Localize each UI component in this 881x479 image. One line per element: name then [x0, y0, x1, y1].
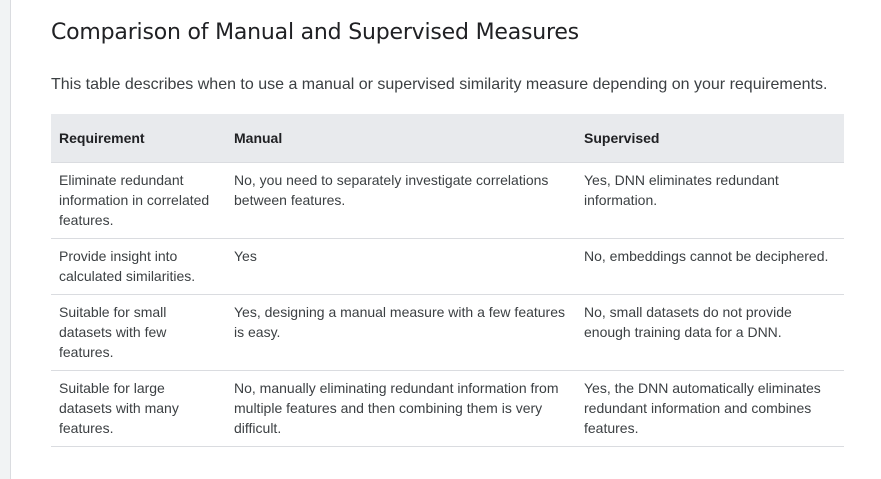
- table-row: Suitable for large datasets with many fe…: [51, 370, 844, 447]
- table-description: This table describes when to use a manua…: [51, 76, 828, 93]
- requirement-cell: Provide insight into calculated similari…: [51, 238, 226, 295]
- manual-cell: Yes, designing a manual measure with a f…: [226, 294, 576, 371]
- manual-cell: No, you need to separately investigate c…: [226, 162, 576, 239]
- requirement-cell: Eliminate redundant information in corre…: [51, 162, 226, 239]
- supervised-cell: No, embeddings cannot be deciphered.: [576, 238, 844, 295]
- requirement-cell: Suitable for large datasets with many fe…: [51, 370, 226, 447]
- supervised-cell: No, small datasets do not provide enough…: [576, 294, 844, 371]
- page-title: Comparison of Manual and Supervised Meas…: [51, 20, 579, 45]
- supervised-cell: Yes, the DNN automatically eliminates re…: [576, 370, 844, 447]
- column-header-requirement: Requirement: [51, 114, 226, 163]
- manual-cell: No, manually eliminating redundant infor…: [226, 370, 576, 447]
- column-header-supervised: Supervised: [576, 114, 844, 163]
- left-edge-rule: [0, 0, 11, 479]
- table-header-row: Requirement Manual Supervised: [51, 114, 844, 163]
- table-row: Eliminate redundant information in corre…: [51, 162, 844, 239]
- table-row: Suitable for small datasets with few fea…: [51, 294, 844, 371]
- supervised-cell: Yes, DNN eliminates redundant informatio…: [576, 162, 844, 239]
- comparison-table: Requirement Manual Supervised Eliminate …: [51, 114, 844, 447]
- manual-cell: Yes: [226, 238, 576, 295]
- column-header-manual: Manual: [226, 114, 576, 163]
- table-row: Provide insight into calculated similari…: [51, 238, 844, 295]
- requirement-cell: Suitable for small datasets with few fea…: [51, 294, 226, 371]
